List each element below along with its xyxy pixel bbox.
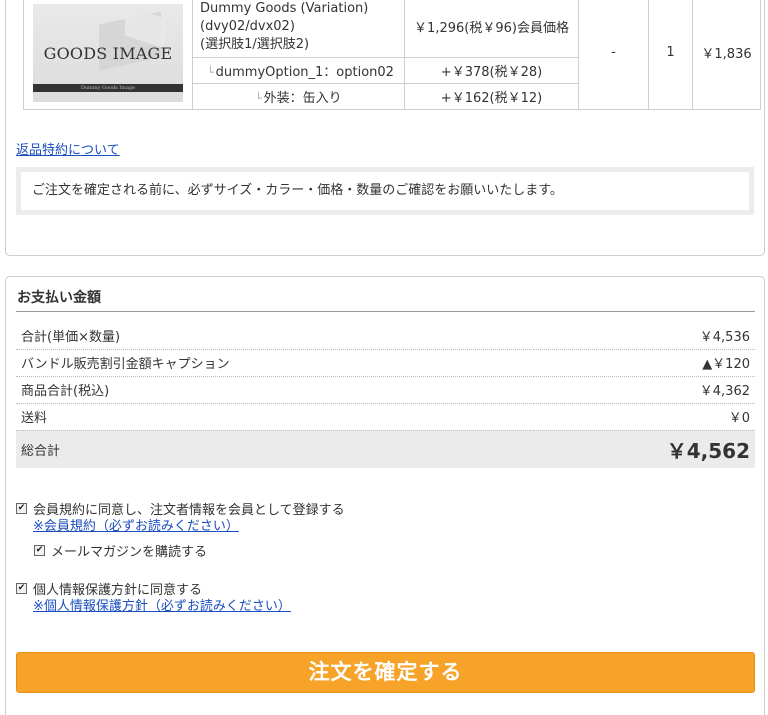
- member-agree-label[interactable]: 会員規約に同意し、注文者情報を会員として登録する: [33, 499, 345, 518]
- returns-policy-link[interactable]: 返品特約について: [16, 139, 120, 158]
- table-row: GOODS IMAGE Dummy Goods Image Dummy Good…: [23, 0, 761, 110]
- table-row: 送料 ￥0: [16, 403, 755, 431]
- table-row: バンドル販売割引金額キャプション ▲￥120: [16, 349, 755, 377]
- notice-box: ご注文を確定される前に、必ずサイズ・カラー・価格・数量のご確認をお願いいたします…: [16, 167, 754, 215]
- discount-label: バンドル販売割引金額キャプション: [16, 349, 535, 377]
- image-caption: Dummy Goods Image: [33, 83, 183, 92]
- product-image-cell: GOODS IMAGE Dummy Goods Image: [23, 0, 193, 110]
- subtotal-cell: ￥1,836: [692, 0, 761, 110]
- table-row: 合計(単価×数量) ￥4,536: [16, 322, 755, 350]
- branch-icon: └: [207, 66, 214, 79]
- product-name: Dummy Goods (Variation): [200, 0, 369, 16]
- product-total-label: 商品合計(税込): [16, 376, 535, 404]
- privacy-policy-link[interactable]: ※個人情報保護方針（必ずお読みください）: [33, 597, 291, 616]
- discount-value: ▲￥120: [534, 349, 755, 377]
- discount-cell: -: [578, 0, 649, 110]
- option-price: +￥162(税￥12): [404, 83, 579, 110]
- product-total-value: ￥4,362: [534, 376, 755, 404]
- sum-label: 合計(単価×数量): [16, 322, 535, 350]
- shipping-value: ￥0: [534, 403, 755, 431]
- option-name-cell: └ dummyOption_1：option02: [192, 57, 405, 84]
- product-image[interactable]: GOODS IMAGE Dummy Goods Image: [33, 3, 183, 102]
- quantity-cell: 1: [648, 0, 693, 110]
- newsletter-option: ✔ メールマガジンを購読する: [34, 541, 207, 560]
- notice-text: ご注文を確定される前に、必ずサイズ・カラー・価格・数量のご確認をお願いいたします…: [21, 172, 749, 210]
- branch-icon: └: [255, 92, 262, 105]
- payment-panel: お支払い金額 合計(単価×数量) ￥4,536 バンドル販売割引金額キャプション…: [5, 276, 765, 715]
- option-name-cell: └ 外装：缶入り: [192, 83, 405, 110]
- product-name-cell: Dummy Goods (Variation) (dvy02/dvx02) (選…: [192, 0, 405, 58]
- confirm-order-button[interactable]: 注文を確定する: [16, 652, 755, 693]
- sum-value: ￥4,536: [534, 322, 755, 350]
- privacy-agree-label[interactable]: 個人情報保護方針に同意する: [33, 579, 202, 598]
- cart-panel: GOODS IMAGE Dummy Goods Image Dummy Good…: [5, 0, 765, 256]
- privacy-agree-checkbox[interactable]: ✔: [16, 582, 27, 594]
- option-price: +￥378(税￥28): [404, 57, 579, 84]
- member-agree-checkbox[interactable]: ✔: [16, 502, 27, 514]
- image-title: GOODS IMAGE: [43, 43, 173, 63]
- grand-total-label: 総合計: [16, 430, 535, 468]
- grand-total-value: ￥4,562: [534, 430, 755, 468]
- member-terms-link[interactable]: ※会員規約（必ずお読みください）: [33, 517, 345, 536]
- table-row: 商品合計(税込) ￥4,362: [16, 376, 755, 404]
- newsletter-label[interactable]: メールマガジンを購読する: [51, 541, 207, 560]
- cart-table: GOODS IMAGE Dummy Goods Image Dummy Good…: [23, 0, 761, 110]
- unit-price: ￥1,296(税￥96)会員価格: [404, 0, 579, 58]
- payment-summary-table: 合計(単価×数量) ￥4,536 バンドル販売割引金額キャプション ▲￥120 …: [16, 322, 755, 468]
- shipping-label: 送料: [16, 403, 535, 431]
- privacy-agreement: ✔ 個人情報保護方針に同意する ※個人情報保護方針（必ずお読みください）: [16, 579, 291, 616]
- product-code: (dvy02/dvx02): [200, 18, 295, 34]
- member-agreement: ✔ 会員規約に同意し、注文者情報を会員として登録する ※会員規約（必ずお読みくだ…: [16, 499, 345, 536]
- payment-title: お支払い金額: [16, 287, 755, 312]
- product-variation: (選択肢1/選択肢2): [200, 36, 310, 52]
- option-name: dummyOption_1：option02: [215, 65, 394, 80]
- grand-total-row: 総合計 ￥4,562: [16, 430, 755, 468]
- newsletter-checkbox[interactable]: ✔: [34, 544, 45, 556]
- option-name: 外装：缶入り: [263, 91, 342, 106]
